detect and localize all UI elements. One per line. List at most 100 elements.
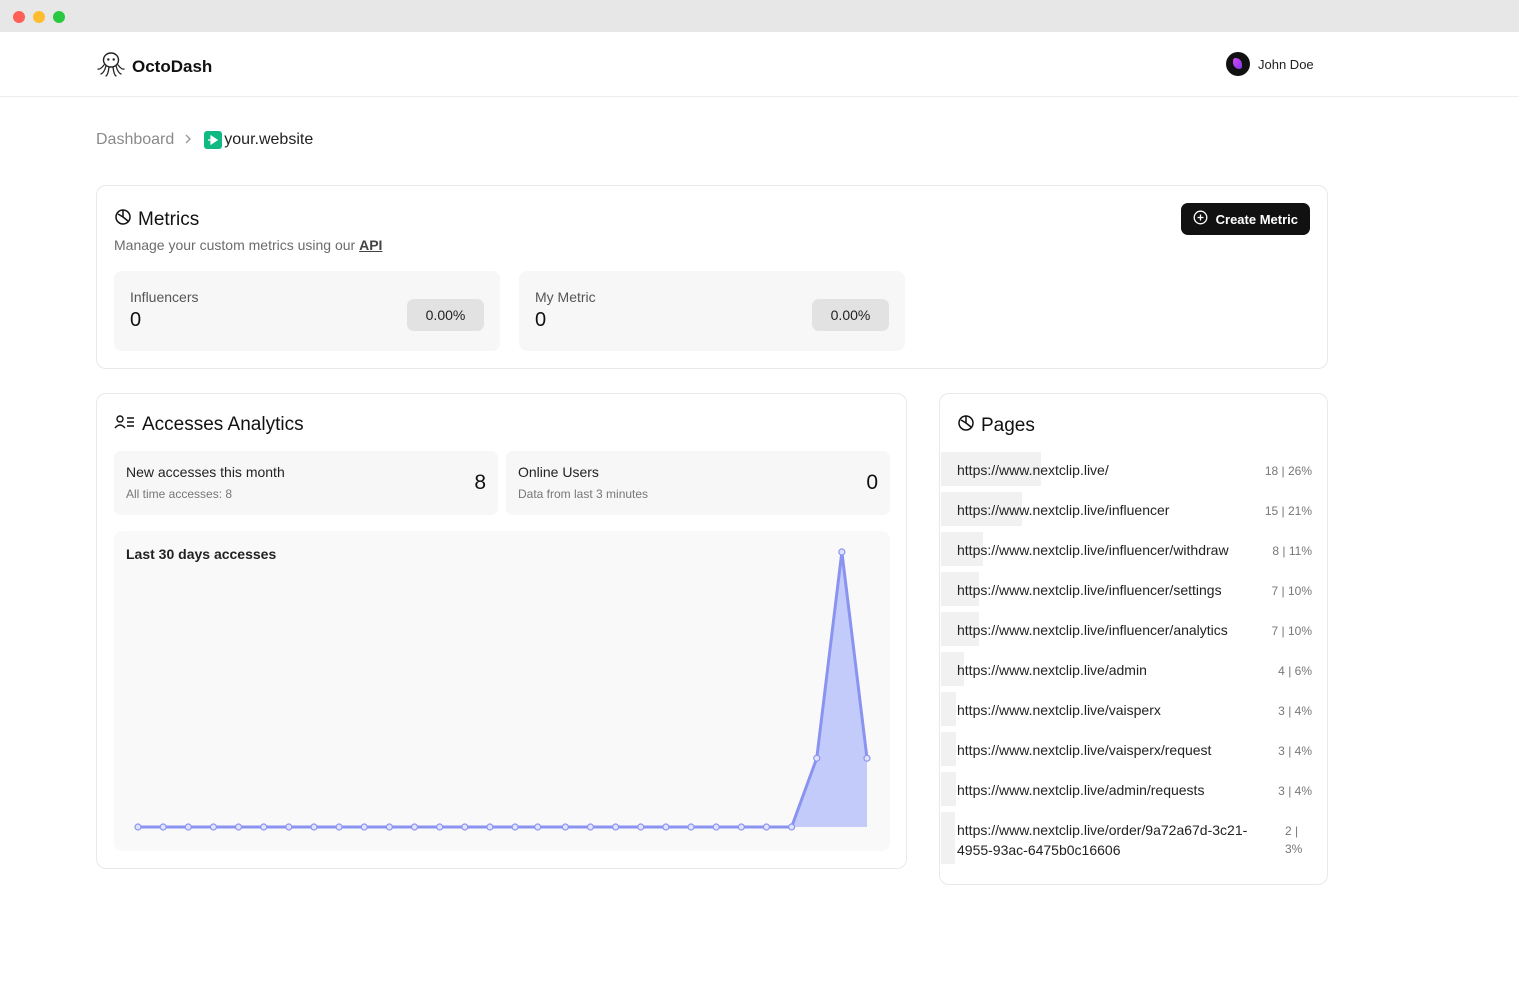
page-url[interactable]: https://www.nextclip.live/order/9a72a67d… [957, 820, 1277, 860]
page-url[interactable]: https://www.nextclip.live/influencer [957, 500, 1277, 520]
page-row[interactable]: https://www.nextclip.live/order/9a72a67d… [940, 809, 1329, 867]
new-accesses-tile: New accesses this month All time accesse… [114, 451, 498, 515]
area-chart-svg [134, 548, 871, 831]
analytics-title: Accesses Analytics [114, 414, 304, 436]
stat-sub: All time accesses: 8 [126, 487, 233, 501]
brand-name: OctoDash [132, 56, 213, 76]
chart-point[interactable] [561, 823, 569, 831]
chart-point[interactable] [310, 823, 318, 831]
chart-point[interactable] [511, 823, 519, 831]
page-percent: 4% [1294, 704, 1312, 718]
page-url[interactable]: https://www.nextclip.live/ [957, 460, 1277, 480]
chart-point[interactable] [385, 823, 393, 831]
chart-point[interactable] [260, 823, 268, 831]
chart-point[interactable] [787, 823, 796, 831]
page-url[interactable]: https://www.nextclip.live/influencer/wit… [957, 540, 1277, 560]
page-row[interactable]: https://www.nextclip.live/admin 4 | 6% [940, 649, 1329, 689]
chart-point[interactable] [209, 823, 218, 831]
chart-point[interactable] [159, 823, 167, 831]
page-row[interactable]: https://www.nextclip.live/vaisperx 3 | 4% [940, 689, 1329, 729]
page-row[interactable]: https://www.nextclip.live/influencer/set… [940, 569, 1329, 609]
page-count: 3 [1278, 744, 1285, 758]
page-row[interactable]: https://www.nextclip.live/admin/requests… [940, 769, 1329, 809]
chart-point[interactable] [838, 548, 846, 556]
page-url[interactable]: https://www.nextclip.live/vaisperx [957, 700, 1277, 720]
user-name: John Doe [1258, 56, 1314, 72]
chart-point[interactable] [335, 823, 343, 831]
users-list-icon [114, 414, 136, 436]
page-stat: 15 | 21% [1265, 502, 1312, 520]
create-metric-label: Create Metric [1215, 211, 1298, 227]
user-menu[interactable]: John Doe [1226, 52, 1314, 76]
page-row[interactable]: https://www.nextclip.live/influencer 15 |… [940, 489, 1329, 529]
pages-list: https://www.nextclip.live/18 | 26% https:… [940, 449, 1329, 867]
chart-point[interactable] [360, 823, 368, 831]
chart-point[interactable] [410, 823, 419, 831]
page-stat: 7 | 10% [1271, 622, 1312, 640]
metrics-subtitle: Manage your custom metrics using our API [114, 237, 382, 253]
plus-circle-icon [1193, 210, 1208, 228]
page-stat: 4 | 6% [1278, 662, 1312, 680]
page-url[interactable]: https://www.nextclip.live/vaisperx/reque… [957, 740, 1277, 760]
page-row[interactable]: https://www.nextclip.live/influencer/ana… [940, 609, 1329, 649]
page-stat-separator: | [1278, 584, 1288, 598]
chart-point[interactable] [461, 823, 469, 831]
page-count: 2 [1285, 824, 1292, 838]
page-percent: 10% [1287, 584, 1312, 598]
page-share-bar [941, 812, 955, 864]
page-row[interactable]: https://www.nextclip.live/18 | 26% [940, 449, 1329, 489]
page-stat-separator: | [1284, 784, 1295, 798]
page-url[interactable]: https://www.nextclip.live/admin [957, 660, 1277, 680]
page-row[interactable]: https://www.nextclip.live/influencer/wit… [940, 529, 1329, 569]
chart-point[interactable] [285, 823, 293, 831]
page-stat-separator: | [1278, 504, 1288, 518]
page-stat: 7 | 10% [1271, 582, 1312, 600]
breadcrumb-dashboard-link[interactable]: Dashboard [96, 131, 174, 149]
metrics-card: Metrics Manage your custom metrics using… [96, 185, 1328, 369]
chart-point[interactable] [234, 823, 243, 831]
page-stat-separator: | [1284, 704, 1295, 718]
chart-point[interactable] [184, 823, 192, 831]
chart-point[interactable] [762, 823, 771, 831]
chart-point[interactable] [687, 823, 695, 831]
close-window-button[interactable] [13, 11, 25, 23]
page-url[interactable]: https://www.nextclip.live/influencer/set… [957, 580, 1277, 600]
page-row[interactable]: https://www.nextclip.live/vaisperx/reque… [940, 729, 1329, 769]
chart-point[interactable] [737, 823, 745, 831]
chart-point[interactable] [863, 754, 871, 762]
metric-name: My Metric [535, 289, 596, 305]
page-stat-separator: | [1284, 664, 1295, 678]
chart-point[interactable] [612, 823, 620, 831]
brand-logo-link[interactable]: OctoDash [96, 50, 212, 83]
maximize-window-button[interactable] [53, 11, 65, 23]
minimize-window-button[interactable] [33, 11, 45, 23]
chart-point[interactable] [813, 754, 821, 762]
metric-name: Influencers [130, 289, 199, 305]
chart-point[interactable] [486, 823, 494, 831]
chart-point[interactable] [637, 823, 645, 831]
chart-point[interactable] [134, 823, 142, 831]
chart-point[interactable] [436, 823, 444, 831]
octopus-logo-icon [96, 50, 126, 83]
analytics-title-text: Accesses Analytics [142, 414, 304, 435]
chart-point[interactable] [586, 823, 595, 831]
page-stat-separator: | [1278, 624, 1288, 638]
page-count: 4 [1278, 664, 1285, 678]
page-stat: 18 | 26% [1265, 462, 1312, 480]
metric-tile-my-metric[interactable]: My Metric 0 0.00% [519, 271, 905, 351]
chart-point[interactable] [534, 823, 542, 831]
page-stat: 3 | 4% [1278, 702, 1312, 720]
chart-point[interactable] [712, 823, 720, 831]
chart-area-fill [138, 552, 867, 827]
pie-chart-icon [114, 208, 132, 232]
top-navbar: OctoDash John Doe [0, 32, 1519, 97]
create-metric-button[interactable]: Create Metric [1180, 203, 1310, 235]
metric-tile-influencers[interactable]: Influencers 0 0.00% [114, 271, 500, 351]
chart-point[interactable] [662, 823, 670, 831]
metrics-title: Metrics [114, 208, 199, 232]
api-link[interactable]: API [359, 237, 382, 253]
pages-card: Pages https://www.nextclip.live/18 | 26%… [939, 393, 1328, 885]
page-url[interactable]: https://www.nextclip.live/admin/requests [957, 780, 1277, 800]
page-stat: 8 | 11% [1272, 542, 1312, 560]
page-url[interactable]: https://www.nextclip.live/influencer/ana… [957, 620, 1277, 640]
